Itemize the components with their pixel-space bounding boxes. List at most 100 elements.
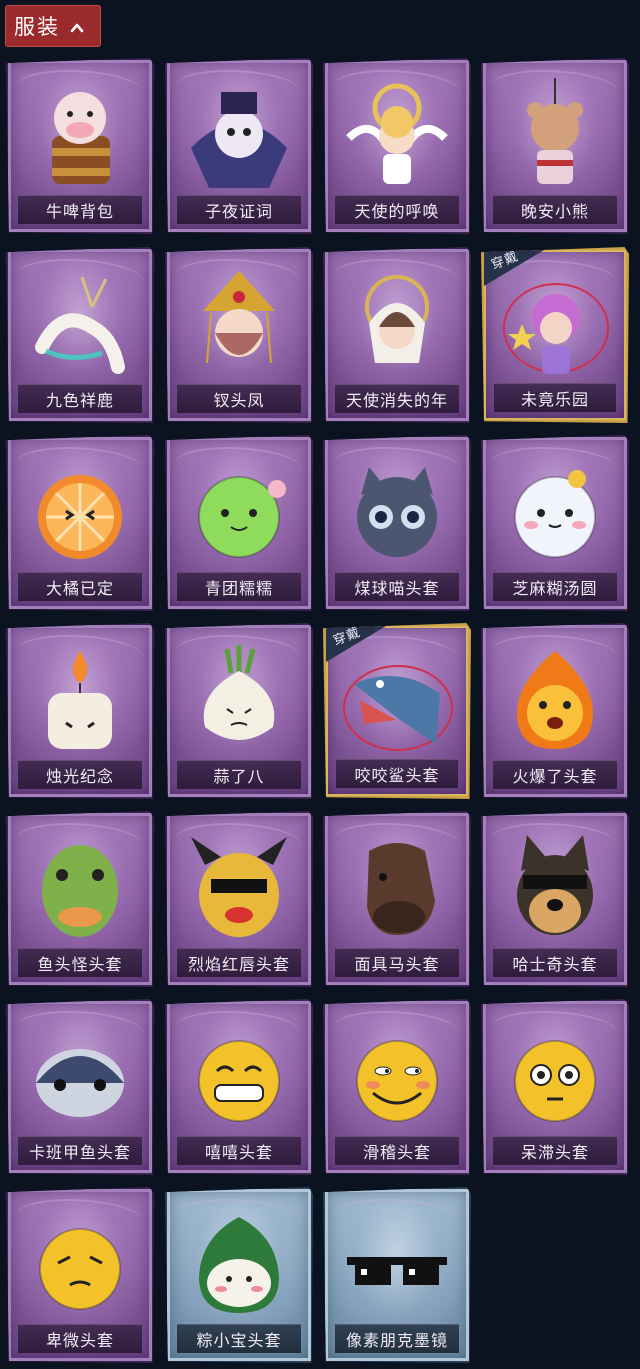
card-name-bar: 天使消失的年: [335, 384, 459, 413]
costume-grid: 牛啤背包 子夜证词 天使的呼唤 晚安小熊 九色祥鹿 钗头凤 天使消失的年 未竟乐…: [0, 0, 640, 1369]
card-name-bar: 面具马头套: [335, 948, 459, 977]
costume-card[interactable]: 青团糯糯: [165, 435, 313, 611]
card-name-bar: 晚安小熊: [493, 195, 617, 224]
costume-card[interactable]: 卡班甲鱼头套: [6, 999, 154, 1175]
costume-name: 卑微头套: [45, 1331, 114, 1350]
costume-name: 芝麻糊汤圆: [512, 579, 598, 598]
card-name-bar: 呆滞头套: [493, 1136, 617, 1165]
red-lips-pikachu-head-icon: [191, 837, 287, 937]
costume-card[interactable]: 烈焰红唇头套: [165, 811, 313, 987]
husky-head-icon: [517, 835, 593, 935]
goodnight-bear-icon: [527, 78, 583, 184]
card-name-bar: 嘻嘻头套: [177, 1136, 301, 1165]
costume-name: 晚安小熊: [520, 202, 589, 221]
horse-mask-icon: [367, 843, 435, 935]
card-name-bar: 青团糯糯: [177, 572, 301, 601]
card-name-bar: 火爆了头套: [493, 760, 617, 789]
fire-head-icon: [517, 651, 593, 749]
funny-emoji-head-icon: [356, 1040, 438, 1122]
dull-emoji-head-icon: [514, 1040, 596, 1122]
costume-name: 滑稽头套: [362, 1143, 431, 1162]
card-name-bar: 滑稽头套: [335, 1136, 459, 1165]
costume-name: 嘻嘻头套: [204, 1143, 273, 1162]
card-name-bar: 咬咬鲨头套: [336, 759, 458, 788]
costume-name: 煤球喵头套: [354, 579, 440, 598]
card-name-bar: 蒜了八: [177, 760, 301, 789]
costume-card[interactable]: 粽小宝头套: [165, 1187, 313, 1363]
costume-card[interactable]: 嘻嘻头套: [165, 999, 313, 1175]
costume-card[interactable]: 钗头凤: [165, 247, 313, 423]
costume-card[interactable]: 火爆了头套: [481, 623, 629, 799]
phoenix-hairpin-icon: [203, 271, 275, 364]
turtle-fish-head-icon: [36, 1049, 124, 1117]
garlic-icon: [203, 645, 275, 740]
nine-color-deer-icon: [35, 276, 125, 374]
costume-card[interactable]: 煤球喵头套: [323, 435, 471, 611]
equipped-badge: 穿戴: [326, 626, 386, 666]
card-name-bar: 煤球喵头套: [335, 572, 459, 601]
costume-card[interactable]: 大橘已定: [6, 435, 154, 611]
green-rice-ball-icon: [198, 476, 286, 558]
card-name-bar: 像素朋克墨镜: [335, 1324, 459, 1353]
card-name-bar: 牛啤背包: [18, 195, 142, 224]
costume-card[interactable]: 牛啤背包: [6, 58, 154, 234]
card-name-bar: 烛光纪念: [18, 760, 142, 789]
costume-name: 粽小宝头套: [196, 1331, 282, 1350]
card-name-bar: 卑微头套: [18, 1324, 142, 1353]
costume-card[interactable]: 蒜了八: [165, 623, 313, 799]
costume-name: 九色祥鹿: [45, 391, 114, 410]
card-name-bar: 哈士奇头套: [493, 948, 617, 977]
costume-card[interactable]: 鱼头怪头套: [6, 811, 154, 987]
costume-card[interactable]: 未竟乐园 穿戴: [481, 247, 629, 423]
costume-name: 钗头凤: [213, 391, 265, 410]
costume-card[interactable]: 像素朋克墨镜: [323, 1187, 471, 1363]
costume-card[interactable]: 芝麻糊汤圆: [481, 435, 629, 611]
costume-name: 大橘已定: [45, 579, 114, 598]
costume-name: 青团糯糯: [204, 579, 273, 598]
costume-name: 牛啤背包: [45, 202, 114, 221]
coal-cat-head-icon: [357, 467, 437, 557]
card-name-bar: 粽小宝头套: [177, 1324, 301, 1353]
midnight-plague-doctor-icon: [191, 92, 287, 188]
card-name-bar: 芝麻糊汤圆: [493, 572, 617, 601]
costume-name: 烛光纪念: [45, 767, 114, 786]
costume-name: 蒜了八: [213, 767, 265, 786]
angel-call-icon: [346, 83, 448, 184]
costume-card[interactable]: 子夜证词: [165, 58, 313, 234]
costume-card[interactable]: 天使消失的年: [323, 247, 471, 423]
costume-card[interactable]: 咬咬鲨头套 穿戴: [323, 623, 471, 799]
zongzi-head-icon: [199, 1217, 279, 1313]
card-name-bar: 烈焰红唇头套: [177, 948, 301, 977]
costume-name: 烈焰红唇头套: [187, 955, 290, 974]
fish-monster-head-icon: [42, 845, 118, 937]
humble-emoji-head-icon: [39, 1228, 121, 1310]
card-name-bar: 天使的呼唤: [335, 195, 459, 224]
pixel-sunglasses-icon: [347, 1257, 447, 1285]
card-name-bar: 子夜证词: [177, 195, 301, 224]
card-name-bar: 大橘已定: [18, 572, 142, 601]
equipped-badge: 穿戴: [484, 250, 544, 290]
costume-card[interactable]: 卑微头套: [6, 1187, 154, 1363]
costume-name: 火爆了头套: [512, 767, 598, 786]
orange-slice-icon: [38, 475, 122, 559]
sesame-dumpling-icon: [514, 470, 596, 558]
costume-card[interactable]: 九色祥鹿: [6, 247, 154, 423]
card-name-bar: 九色祥鹿: [18, 384, 142, 413]
candle-icon: [48, 651, 112, 749]
costume-card[interactable]: 哈士奇头套: [481, 811, 629, 987]
costume-card[interactable]: 面具马头套: [323, 811, 471, 987]
costume-name: 面具马头套: [354, 955, 440, 974]
card-name-bar: 钗头凤: [177, 384, 301, 413]
costume-card[interactable]: 烛光纪念: [6, 623, 154, 799]
costume-card[interactable]: 滑稽头套: [323, 999, 471, 1175]
costume-name: 未竟乐园: [520, 390, 589, 409]
costume-name: 像素朋克墨镜: [345, 1331, 448, 1350]
costume-card[interactable]: 晚安小熊: [481, 58, 629, 234]
costume-name: 天使消失的年: [345, 391, 448, 410]
costume-name: 哈士奇头套: [512, 955, 598, 974]
costume-card[interactable]: 天使的呼唤: [323, 58, 471, 234]
card-name-bar: 未竟乐园: [494, 383, 616, 412]
costume-card[interactable]: 呆滞头套: [481, 999, 629, 1175]
costume-name: 子夜证词: [204, 202, 273, 221]
costume-name: 呆滞头套: [520, 1143, 589, 1162]
